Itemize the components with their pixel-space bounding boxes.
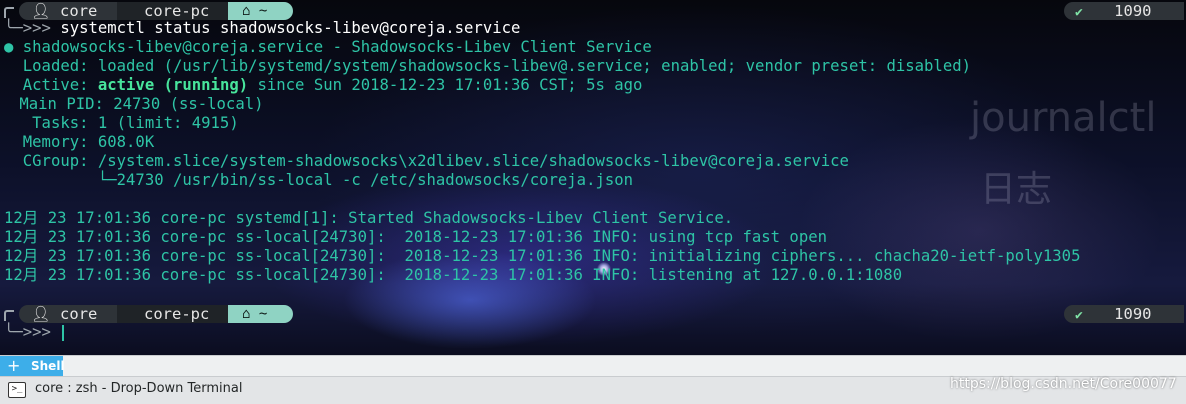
- terminal-icon: >_: [8, 382, 26, 398]
- loaded-line: Loaded: loaded (/usr/lib/systemd/system/…: [4, 57, 971, 75]
- home-icon: ⌂: [242, 3, 251, 19]
- log-line: 12月 23 17:01:36 core-pc systemd[1]: Star…: [4, 209, 734, 227]
- unit-line: ● shadowsocks-libev@coreja.service - Sha…: [4, 38, 652, 56]
- log-line: 12月 23 17:01:36 core-pc ss-local[24730]:…: [4, 228, 827, 246]
- command-text: systemctl status shadowsocks-libev@corej…: [60, 19, 521, 37]
- cgroup-line: CGroup: /system.slice/system-shadowsocks…: [4, 152, 849, 170]
- window-title-bar: >_ core : zsh - Drop-Down Terminal https…: [0, 376, 1186, 404]
- active-line: Active: active (running) since Sun 2018-…: [4, 76, 643, 95]
- text-cursor: [62, 324, 65, 341]
- prompt-symbol: ╰─>>>: [4, 323, 51, 341]
- prompt-corner: [4, 310, 14, 321]
- prompt-user-segment: 👤︎ core: [19, 2, 117, 20]
- prompt-right-status: ✔ 1090: [1064, 2, 1184, 20]
- check-icon: ✔: [1075, 5, 1083, 20]
- cgroup-child-line: └─24730 /usr/bin/ss-local -c /etc/shadow…: [4, 171, 634, 189]
- prompt-corner: [4, 7, 14, 18]
- prompt-host: core-pc: [144, 2, 210, 20]
- prompt-right-status: ✔ 1090: [1064, 305, 1184, 323]
- history-number: 1090: [1114, 2, 1152, 20]
- prompt-dir: ~: [258, 3, 268, 19]
- window-title: core : zsh - Drop-Down Terminal: [35, 381, 243, 396]
- active-label: Active:: [4, 76, 98, 94]
- prompt-dir-segment: ⌂ ~: [228, 305, 293, 323]
- prompt-host: core-pc: [144, 305, 210, 323]
- prompt-user-segment: 👤︎ core: [19, 305, 117, 323]
- memory-line: Memory: 608.0K: [4, 133, 155, 151]
- check-icon: ✔: [1075, 308, 1083, 323]
- terminal-area[interactable]: journalctl 日志 👤︎ core core-pc ⌂ ~ ✔ 1090…: [0, 0, 1186, 355]
- tasks-line: Tasks: 1 (limit: 4915): [4, 114, 239, 132]
- history-number: 1090: [1114, 305, 1152, 323]
- prompt-user: core: [60, 2, 98, 20]
- home-icon: ⌂: [242, 306, 251, 322]
- input-line[interactable]: ╰─>>>: [4, 323, 65, 342]
- tab-label: Shell: [31, 359, 65, 373]
- watermark: https://blog.csdn.net/Core00077: [950, 376, 1177, 392]
- log-line: 12月 23 17:01:36 core-pc ss-local[24730]:…: [4, 266, 903, 284]
- active-since: since Sun 2018-12-23 17:01:36 CST; 5s ag…: [248, 76, 643, 94]
- command-line: ╰─>>> systemctl status shadowsocks-libev…: [4, 19, 520, 38]
- main-pid-line: Main PID: 24730 (ss-local): [10, 95, 264, 113]
- user-icon: 👤︎: [31, 2, 51, 20]
- prompt-host-segment: core-pc: [117, 305, 228, 323]
- prompt-dir-segment: ⌂ ~: [228, 2, 293, 20]
- background-heading: journalctl: [970, 95, 1157, 141]
- prompt-dir: ~: [258, 306, 268, 322]
- prompt-user: core: [60, 305, 98, 323]
- user-icon: 👤︎: [31, 305, 51, 323]
- tab-bar: + Shell: [0, 355, 1186, 376]
- background-subheading: 日志: [980, 169, 1053, 210]
- prompt-host-segment: core-pc: [117, 2, 228, 20]
- prompt-symbol: ╰─>>>: [4, 19, 51, 37]
- tab-shell[interactable]: + Shell: [0, 356, 65, 376]
- log-line: 12月 23 17:01:36 core-pc ss-local[24730]:…: [4, 247, 1081, 265]
- plus-icon[interactable]: +: [7, 356, 20, 376]
- active-status: active (running): [97, 76, 249, 94]
